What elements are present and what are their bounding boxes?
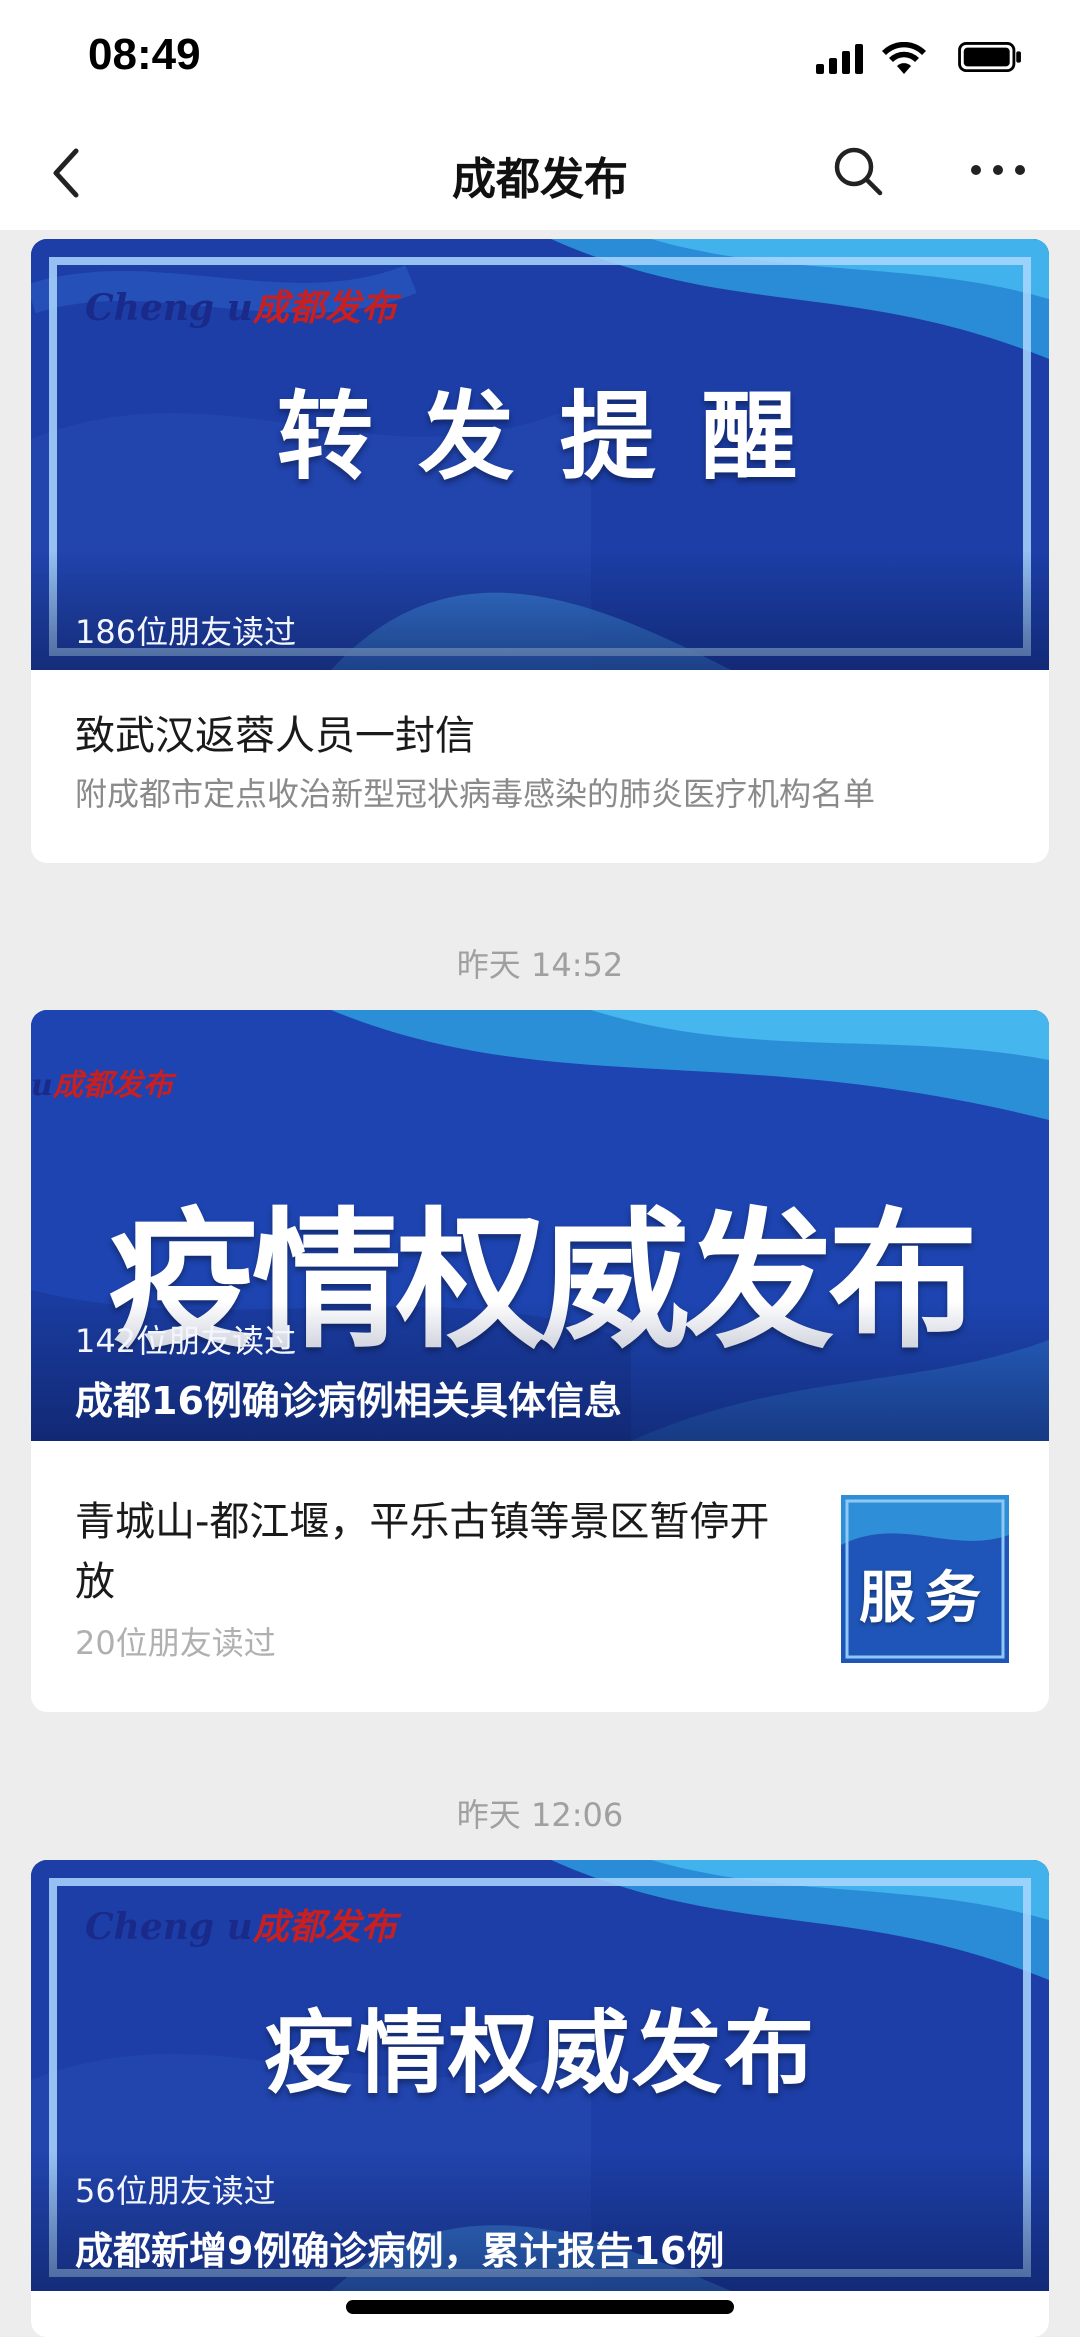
article-subtitle: 附成都市定点收治新型冠状病毒感染的肺炎医疗机构名单 [75, 775, 876, 813]
thumbnail-text: 服务 [859, 1566, 991, 1631]
reads-count: 56位朋友读过 [75, 2172, 276, 2210]
article-cover-image[interactable]: u成都发布 疫情权威发布 142位朋友读过 成都16例确诊病例相关具体信息 [31, 1010, 1049, 1441]
article-cover-image[interactable]: Cheng u成都发布 转 发 提 醒 186位朋友读过 [31, 239, 1049, 670]
article-cover-image[interactable]: Cheng u成都发布 疫情权威发布 56位朋友读过 成都新增9例确诊病例，累计… [31, 1860, 1049, 2291]
cover-article-title: 成都新增9例确诊病例，累计报告16例 [75, 2229, 725, 2273]
article-thumbnail[interactable]: 服务 [841, 1495, 1009, 1663]
home-indicator[interactable] [346, 2300, 734, 2314]
article-card[interactable]: u成都发布 疫情权威发布 142位朋友读过 成都16例确诊病例相关具体信息 青城… [31, 1010, 1049, 1712]
status-bar: 08:49 [0, 0, 1080, 115]
chengdu-logo: Cheng u成都发布 [85, 1906, 397, 1948]
article-card[interactable]: Cheng u成都发布 疫情权威发布 56位朋友读过 成都新增9例确诊病例，累计… [31, 1860, 1049, 2337]
timestamp: 昨天 14:52 [456, 946, 624, 984]
page-title: 成都发布 [452, 154, 628, 205]
timestamp: 昨天 12:06 [456, 1796, 624, 1834]
wifi-icon [882, 42, 926, 74]
chengdu-logo: u成都发布 [31, 1068, 173, 1103]
reads-count: 186位朋友读过 [75, 613, 297, 651]
more-icon[interactable] [968, 155, 1028, 185]
search-icon[interactable] [832, 145, 884, 197]
cover-article-title: 成都16例确诊病例相关具体信息 [75, 1379, 622, 1423]
reads-count: 142位朋友读过 [75, 1322, 297, 1360]
battery-icon [958, 42, 1021, 72]
cover-headline: 转 发 提 醒 [276, 381, 804, 493]
cover-headline: 疫情权威发布 [264, 2001, 816, 2106]
status-time: 08:49 [88, 30, 201, 79]
chengdu-logo: Cheng u成都发布 [85, 287, 397, 329]
article-title: 致武汉返蓉人员一封信 [75, 713, 475, 759]
article-reads: 20位朋友读过 [75, 1624, 276, 1662]
article-title: 青城山-都江堰，平乐古镇等景区暂停开放 [75, 1499, 770, 1605]
article-card[interactable]: Cheng u成都发布 转 发 提 醒 186位朋友读过 致武汉返蓉人员一封信 … [31, 239, 1049, 863]
cellular-signal-icon [816, 44, 863, 74]
nav-bar: 成都发布 [0, 115, 1080, 230]
